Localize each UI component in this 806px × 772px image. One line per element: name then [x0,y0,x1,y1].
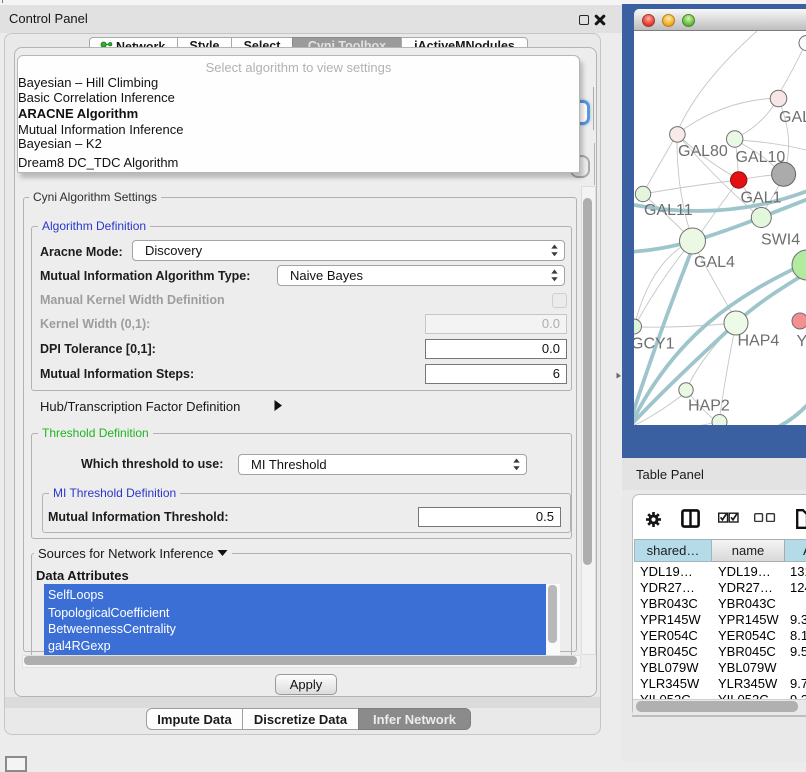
svg-text:GAL10: GAL10 [736,149,786,166]
svg-text:GAL4: GAL4 [694,254,735,271]
svg-text:GCY1: GCY1 [634,336,675,353]
svg-text:HAP4: HAP4 [738,333,780,350]
svg-text:GAL1: GAL1 [741,190,782,207]
svg-text:YJ: YJ [797,333,806,350]
svg-text:HAP2: HAP2 [688,398,730,415]
svg-text:GAL80: GAL80 [678,143,728,160]
svg-text:GAL11: GAL11 [644,202,693,219]
svg-text:SWI4: SWI4 [761,232,800,249]
svg-text:GAL7: GAL7 [779,109,806,126]
